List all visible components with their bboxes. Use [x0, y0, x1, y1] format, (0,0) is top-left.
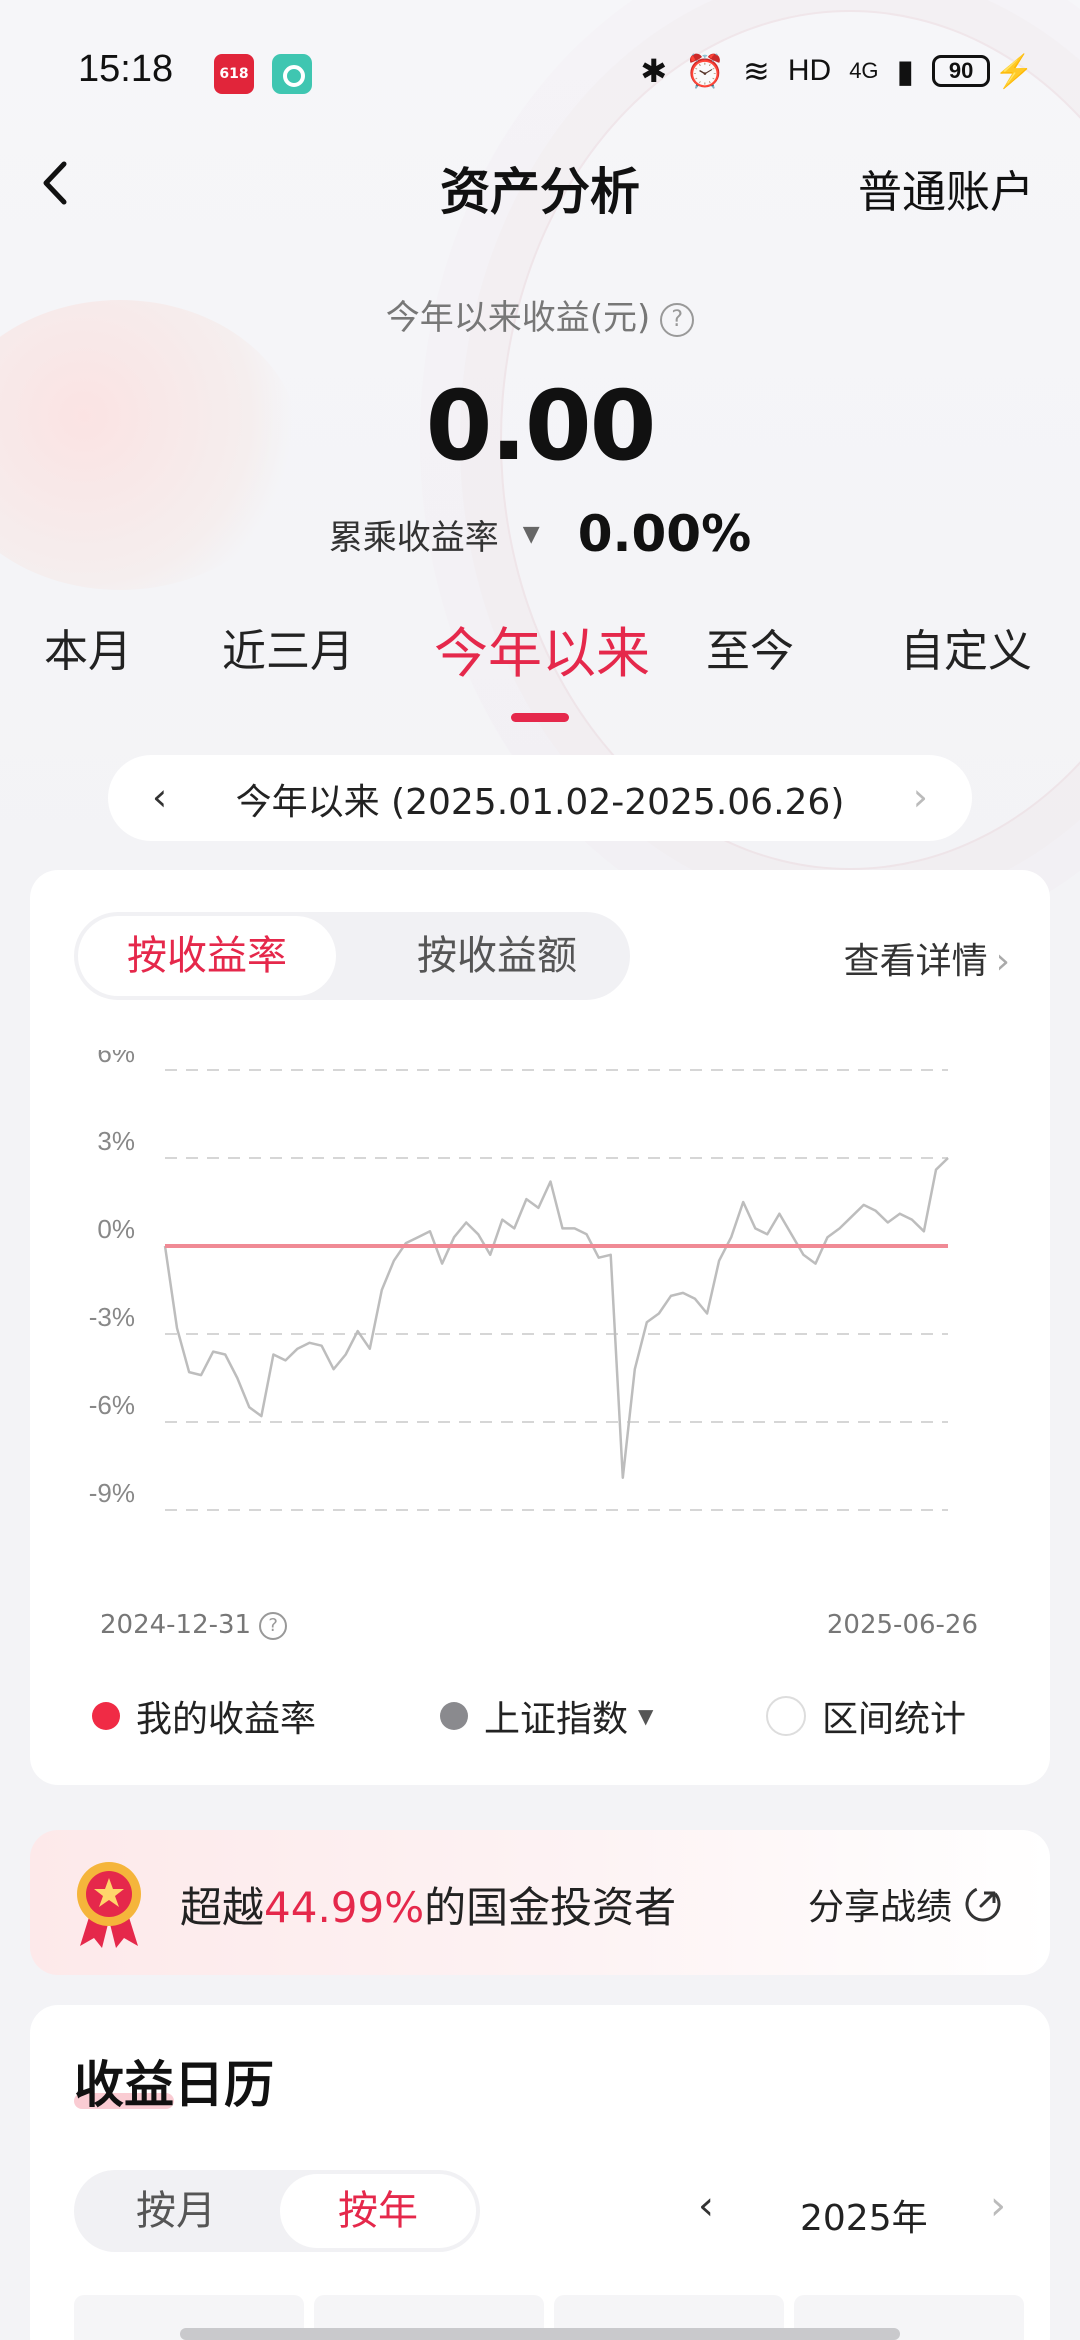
- beat-prefix: 超越: [180, 1883, 265, 1932]
- calendar-title: 收益日历: [74, 2056, 274, 2114]
- charging-icon: ⚡: [994, 53, 1034, 89]
- battery-level: 90: [932, 55, 991, 87]
- app-notification-icon: 618: [214, 54, 254, 94]
- chart-start-date: 2024-12-31?: [100, 1610, 288, 1640]
- calendar-by-month[interactable]: 按月: [78, 2174, 274, 2248]
- chart-end-date: 2025-06-26: [826, 1610, 978, 1640]
- y-tick-label: 0%: [97, 1214, 135, 1244]
- battery-icon: 90 ⚡: [932, 52, 1034, 90]
- legend-my-return-label: 我的收益率: [136, 1699, 317, 1740]
- caret-down-icon: ▼: [638, 1704, 654, 1728]
- next-year-icon[interactable]: ›: [990, 2183, 1006, 2229]
- bluetooth-icon: ✱: [640, 53, 668, 89]
- rate-value: 0.00%: [577, 505, 752, 563]
- index-line: [163, 1157, 949, 1479]
- mode-by-amount[interactable]: 按收益额: [368, 916, 626, 996]
- rate-row: 累乘收益率 ▼ 0.00%: [0, 505, 1080, 563]
- y-tick-label: 6%: [97, 1050, 135, 1068]
- app-notification-icon-2: [272, 54, 312, 94]
- help-icon[interactable]: ?: [660, 302, 695, 337]
- tab-three-months[interactable]: 近三月: [222, 615, 354, 679]
- period-tabs: 本月 近三月 今年以来 至今 自定义: [0, 615, 1080, 725]
- share-label: 分享战绩: [807, 1887, 952, 1928]
- caret-down-icon[interactable]: ▼: [523, 522, 540, 547]
- share-results-button[interactable]: 分享战绩: [808, 1878, 1002, 1930]
- view-details-link[interactable]: 查看详情 ›: [844, 932, 1010, 984]
- calendar-year: 2025年: [800, 2198, 928, 2239]
- legend-dot-red: [92, 1702, 120, 1730]
- beat-suffix: 的国金投资者: [424, 1883, 677, 1932]
- mode-by-rate[interactable]: 按收益率: [78, 916, 336, 996]
- active-tab-indicator: [511, 713, 569, 722]
- ytd-income-label: 今年以来收益(元)?: [0, 290, 1080, 339]
- view-details-label: 查看详情: [843, 941, 988, 982]
- status-time: 15:18: [78, 48, 174, 90]
- network-label: HD: [787, 54, 832, 87]
- next-range-icon[interactable]: ›: [913, 775, 928, 819]
- legend-dot-gray: [440, 1702, 468, 1730]
- home-indicator: [180, 2328, 900, 2340]
- status-bar: 15:18 618 ✱ ⏰ ≋ HD 4G ▮ 90 ⚡: [0, 0, 1080, 140]
- legend-my-return[interactable]: 我的收益率: [92, 1690, 316, 1742]
- share-icon: [965, 1886, 1001, 1922]
- calendar-by-year[interactable]: 按年: [280, 2174, 476, 2248]
- ytd-income-label-text: 今年以来收益(元): [385, 298, 651, 338]
- legend-interval-label: 区间统计: [822, 1699, 967, 1740]
- y-tick-label: -9%: [89, 1478, 135, 1508]
- toggle-circle: [766, 1696, 806, 1736]
- legend-index-label: 上证指数: [484, 1699, 629, 1740]
- tab-custom[interactable]: 自定义: [900, 615, 1032, 679]
- legend-interval-stats[interactable]: 区间统计: [766, 1690, 966, 1742]
- chart-start-date-text: 2024-12-31: [100, 1610, 252, 1640]
- beat-investors-text: 超越44.99%的国金投资者: [180, 1874, 676, 1935]
- signal-icon: ▮: [896, 53, 915, 89]
- tab-ytd[interactable]: 今年以来: [434, 609, 650, 688]
- alarm-icon: ⏰: [685, 53, 726, 89]
- medal-icon: [77, 1862, 141, 1948]
- return-line-chart: 6% 3% 0% -3% -6% -9%: [89, 1050, 949, 1511]
- chart-legend: 我的收益率 上证指数 ▼ 区间统计: [74, 1690, 1014, 1750]
- legend-index[interactable]: 上证指数 ▼: [440, 1690, 653, 1742]
- tab-this-month[interactable]: 本月: [44, 615, 132, 679]
- account-type-button[interactable]: 普通账户: [858, 156, 1034, 220]
- y-tick-label: -6%: [89, 1390, 135, 1420]
- rate-type-selector[interactable]: 累乘收益率: [329, 510, 499, 559]
- ytd-income-value: 0.00: [425, 370, 657, 482]
- signal-label: 4G: [849, 58, 879, 83]
- prev-year-icon[interactable]: ‹: [698, 2183, 714, 2229]
- beat-investors-banner: 超越44.99%的国金投资者 分享战绩: [30, 1830, 1050, 1975]
- calendar-mode-toggle: 按月 按年: [74, 2170, 480, 2252]
- date-range-text: 今年以来 (2025.01.02-2025.06.26): [235, 782, 845, 823]
- y-tick-label: 3%: [97, 1126, 135, 1156]
- status-icons: ✱ ⏰ ≋ HD 4G ▮ 90 ⚡: [640, 52, 1034, 90]
- help-icon[interactable]: ?: [259, 1611, 288, 1640]
- date-range-selector: ‹ 今年以来 (2025.01.02-2025.06.26) ›: [108, 755, 972, 841]
- return-chart-card: 按收益率 按收益额 查看详情 › 6% 3% 0% -3% -6% -9% 2024-12-…: [30, 870, 1050, 1785]
- chevron-right-icon: ›: [995, 941, 1010, 982]
- income-calendar-card: 收益日历 按月 按年 ‹ 2025年 ›: [30, 2005, 1050, 2340]
- tab-to-date[interactable]: 至今: [706, 615, 794, 679]
- header: 资产分析 普通账户: [0, 140, 1080, 240]
- wifi-icon: ≋: [743, 53, 770, 89]
- y-tick-label: -3%: [89, 1302, 135, 1332]
- beat-percent: 44.99%: [264, 1883, 425, 1932]
- chart-mode-toggle: 按收益率 按收益额: [74, 912, 630, 1000]
